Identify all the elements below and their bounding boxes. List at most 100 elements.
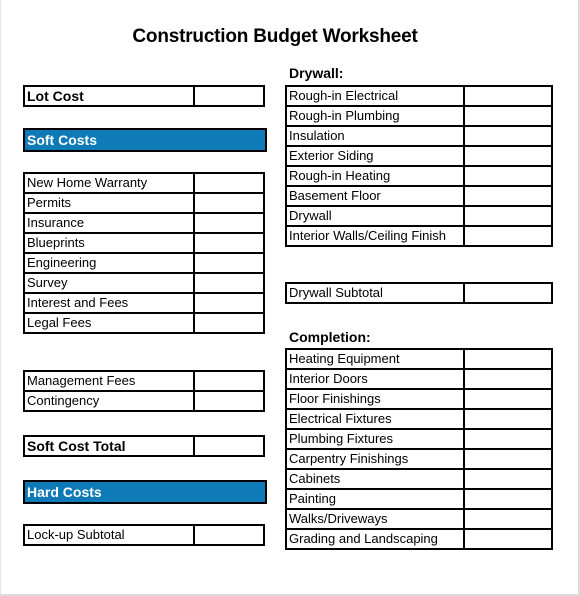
row-value-cell[interactable]	[193, 212, 265, 234]
row-label: Rough-in Plumbing	[285, 105, 465, 127]
row-value-cell[interactable]	[193, 272, 265, 294]
row-value-cell[interactable]	[193, 252, 265, 274]
table-row: Soft Cost Total	[23, 435, 265, 457]
row-value-cell[interactable]	[193, 292, 265, 314]
table-row: Carpentry Finishings	[285, 448, 553, 470]
row-value-cell[interactable]	[463, 165, 553, 187]
row-label: Rough-in Heating	[285, 165, 465, 187]
table-row: Exterior Siding	[285, 145, 553, 167]
row-label: Walks/Driveways	[285, 508, 465, 530]
lot-cost-label: Lot Cost	[23, 85, 195, 107]
row-value-cell[interactable]	[463, 448, 553, 470]
table-row: Engineering	[23, 252, 265, 274]
row-value-cell[interactable]	[463, 508, 553, 530]
row-label: Survey	[23, 272, 195, 294]
row-label: Management Fees	[23, 370, 195, 392]
row-label: Insulation	[285, 125, 465, 147]
row-value-cell[interactable]	[193, 390, 265, 412]
row-value-cell[interactable]	[463, 368, 553, 390]
completion-table: Heating Equipment Interior Doors Floor Fin…	[285, 348, 553, 550]
row-label: Contingency	[23, 390, 195, 412]
table-row: Interest and Fees	[23, 292, 265, 314]
table-row: Interior Doors	[285, 368, 553, 390]
row-label: Floor Finishings	[285, 388, 465, 410]
row-value-cell[interactable]	[463, 428, 553, 450]
drywall-table: Rough-in Electrical Rough-in Plumbing Insu…	[285, 85, 553, 247]
soft-cost-total-value[interactable]	[193, 435, 265, 457]
table-row: Rough-in Plumbing	[285, 105, 553, 127]
row-value-cell[interactable]	[463, 145, 553, 167]
completion-heading: Completion:	[289, 329, 371, 345]
row-label: Heating Equipment	[285, 348, 465, 370]
row-value-cell[interactable]	[193, 370, 265, 392]
row-value-cell[interactable]	[463, 205, 553, 227]
table-row: Plumbing Fixtures	[285, 428, 553, 450]
other-fees-table: Management Fees Contingency	[23, 370, 265, 412]
row-label: Interior Walls/Ceiling Finish	[285, 225, 465, 247]
table-row: Rough-in Heating	[285, 165, 553, 187]
table-row: Survey	[23, 272, 265, 294]
table-row: Rough-in Electrical	[285, 85, 553, 107]
row-value-cell[interactable]	[463, 488, 553, 510]
table-row: Lot Cost	[23, 85, 265, 107]
row-value-cell[interactable]	[193, 172, 265, 194]
row-label: New Home Warranty	[23, 172, 195, 194]
lot-cost-value[interactable]	[193, 85, 265, 107]
row-value-cell[interactable]	[463, 105, 553, 127]
table-row: Painting	[285, 488, 553, 510]
table-row: Insurance	[23, 212, 265, 234]
table-row: Contingency	[23, 390, 265, 412]
page-edge-left	[0, 0, 1, 596]
row-value-cell[interactable]	[463, 388, 553, 410]
table-row: Electrical Fixtures	[285, 408, 553, 430]
hard-costs-header: Hard Costs	[23, 480, 267, 504]
table-row: Insulation	[285, 125, 553, 147]
drywall-subtotal-value[interactable]	[463, 282, 553, 304]
row-value-cell[interactable]	[463, 225, 553, 247]
table-row: Cabinets	[285, 468, 553, 490]
soft-cost-total-label: Soft Cost Total	[23, 435, 195, 457]
row-label: Plumbing Fixtures	[285, 428, 465, 450]
drywall-subtotal-table: Drywall Subtotal	[285, 282, 553, 304]
row-value-cell[interactable]	[463, 185, 553, 207]
soft-costs-table: New Home Warranty Permits Insurance Bluepri…	[23, 172, 265, 334]
lockup-subtotal-value[interactable]	[193, 524, 265, 546]
lot-cost-table: Lot Cost	[23, 85, 265, 107]
row-value-cell[interactable]	[463, 348, 553, 370]
lockup-subtotal-table: Lock-up Subtotal	[23, 524, 265, 546]
table-row: Walks/Driveways	[285, 508, 553, 530]
table-row: Lock-up Subtotal	[23, 524, 265, 546]
table-row: Grading and Landscaping	[285, 528, 553, 550]
row-value-cell[interactable]	[463, 468, 553, 490]
drywall-subtotal-label: Drywall Subtotal	[285, 282, 465, 304]
row-value-cell[interactable]	[193, 312, 265, 334]
row-label: Exterior Siding	[285, 145, 465, 167]
row-label: Drywall	[285, 205, 465, 227]
row-label: Basement Floor	[285, 185, 465, 207]
table-row: Floor Finishings	[285, 388, 553, 410]
table-row: Heating Equipment	[285, 348, 553, 370]
row-value-cell[interactable]	[193, 192, 265, 214]
row-label: Legal Fees	[23, 312, 195, 334]
row-label: Painting	[285, 488, 465, 510]
table-row: Basement Floor	[285, 185, 553, 207]
row-value-cell[interactable]	[463, 85, 553, 107]
row-label: Carpentry Finishings	[285, 448, 465, 470]
table-row: Drywall Subtotal	[285, 282, 553, 304]
row-label: Electrical Fixtures	[285, 408, 465, 430]
lockup-subtotal-label: Lock-up Subtotal	[23, 524, 195, 546]
table-row: Permits	[23, 192, 265, 214]
table-row: Legal Fees	[23, 312, 265, 334]
soft-cost-total-table: Soft Cost Total	[23, 435, 265, 457]
table-row: Drywall	[285, 205, 553, 227]
row-value-cell[interactable]	[193, 232, 265, 254]
table-row: Interior Walls/Ceiling Finish	[285, 225, 553, 247]
row-value-cell[interactable]	[463, 408, 553, 430]
row-label: Interior Doors	[285, 368, 465, 390]
row-value-cell[interactable]	[463, 528, 553, 550]
row-label: Cabinets	[285, 468, 465, 490]
soft-costs-header: Soft Costs	[23, 128, 267, 152]
row-label: Blueprints	[23, 232, 195, 254]
row-value-cell[interactable]	[463, 125, 553, 147]
table-row: Management Fees	[23, 370, 265, 392]
